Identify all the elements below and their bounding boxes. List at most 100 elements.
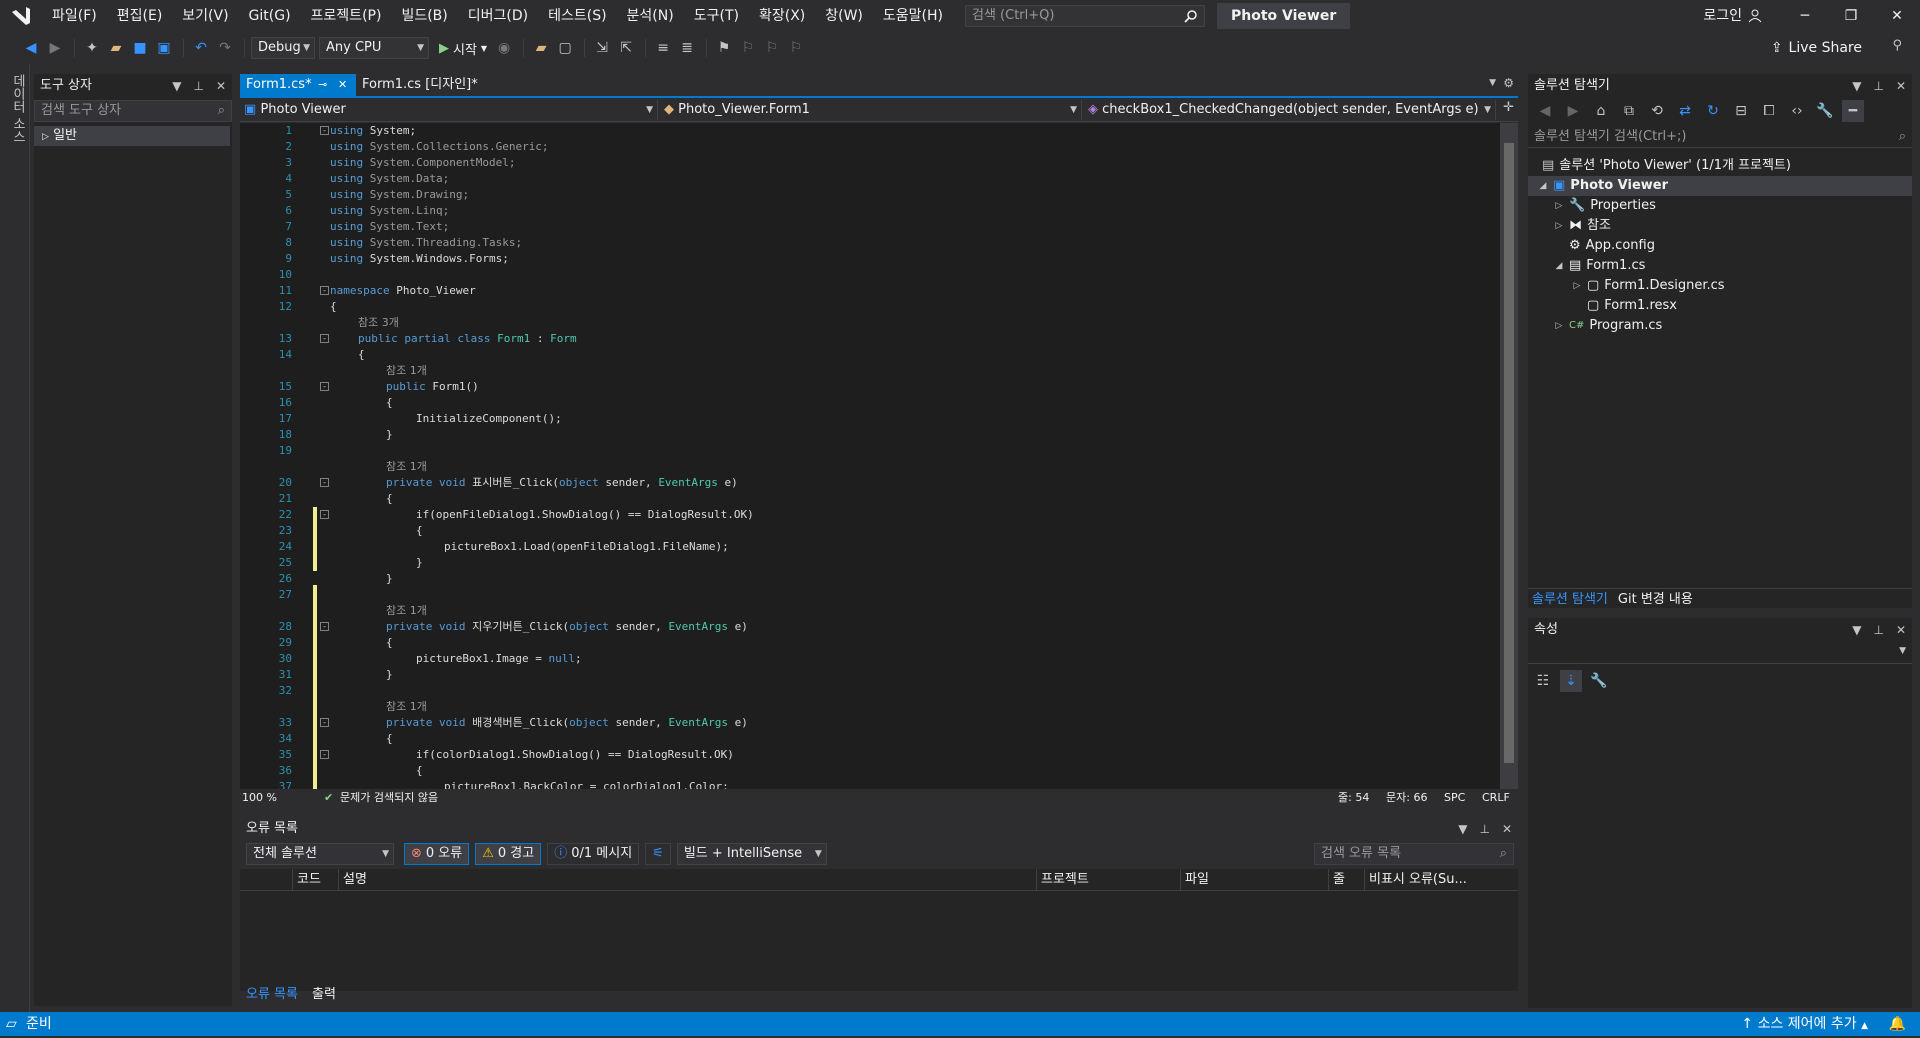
- start-button[interactable]: ▶ 시작 ▼: [439, 39, 487, 58]
- column-description[interactable]: 설명: [338, 869, 1036, 891]
- pin-icon[interactable]: ⊥: [1479, 817, 1489, 841]
- properties-object-select[interactable]: ▼: [1528, 644, 1912, 664]
- menu-help[interactable]: 도움말(H): [873, 0, 953, 32]
- dropdown-icon[interactable]: ▼: [1852, 618, 1861, 642]
- search-input[interactable]: 검색 (Ctrl+Q): [965, 5, 1205, 27]
- save-icon[interactable]: ■: [129, 37, 151, 59]
- tree-item-program[interactable]: ▷ C# Program.cs: [1554, 316, 1663, 336]
- tree-item-properties[interactable]: ▷ 🔧 Properties: [1554, 196, 1656, 216]
- zoom-level[interactable]: 100 %: [242, 789, 277, 807]
- column-line[interactable]: 줄: [1328, 869, 1364, 891]
- warnings-filter-button[interactable]: ⚠ 0 경고: [475, 843, 542, 865]
- bookmark-icon[interactable]: ⚑: [713, 37, 735, 59]
- tab-output[interactable]: 출력: [312, 984, 336, 1006]
- menu-tools[interactable]: 도구(T): [684, 0, 749, 32]
- open-folder-icon[interactable]: ▰: [105, 37, 127, 59]
- pin-icon[interactable]: ⊥: [193, 74, 203, 98]
- column-code[interactable]: 코드: [292, 869, 338, 891]
- tree-item-app-config[interactable]: ⚙ App.config: [1554, 236, 1655, 256]
- tab-git-changes[interactable]: Git 변경 내용: [1618, 589, 1693, 610]
- issues-status[interactable]: 문제가 검색되지 않음: [340, 789, 438, 807]
- menu-project[interactable]: 프로젝트(P): [301, 0, 392, 32]
- history-icon[interactable]: ⟲: [1646, 100, 1668, 122]
- dropdown-icon[interactable]: ▼: [172, 74, 181, 98]
- refresh-icon[interactable]: ↻: [1702, 100, 1724, 122]
- screenshot-icon[interactable]: ▢: [554, 37, 576, 59]
- whitespace-indicator[interactable]: SPC: [1444, 789, 1465, 807]
- properties-wrench-icon[interactable]: 🔧: [1814, 100, 1836, 122]
- build-source-select[interactable]: 빌드 + IntelliSense ▼: [676, 843, 827, 865]
- messages-filter-button[interactable]: ⓘ 0/1 메시지: [547, 843, 640, 865]
- back-icon[interactable]: ◀: [20, 37, 42, 59]
- menu-extensions[interactable]: 확장(X): [749, 0, 815, 32]
- close-icon[interactable]: ✕: [1896, 618, 1906, 642]
- undo-icon[interactable]: ↶: [190, 37, 212, 59]
- close-icon[interactable]: ✕: [1896, 74, 1906, 98]
- restore-button[interactable]: ❐: [1828, 0, 1874, 32]
- scrollbar-thumb[interactable]: [1504, 143, 1514, 763]
- menu-file[interactable]: 파일(F): [42, 0, 107, 32]
- close-icon[interactable]: ✕: [216, 74, 226, 98]
- show-all-files-icon[interactable]: ⧠: [1758, 100, 1780, 122]
- tree-item-form1-designer[interactable]: ▷ ▢ Form1.Designer.cs: [1572, 276, 1725, 296]
- tree-item-references[interactable]: ▷ ⧓ 참조: [1554, 216, 1611, 236]
- dropdown-icon[interactable]: ▼: [1852, 74, 1861, 98]
- menu-analyze[interactable]: 분석(N): [617, 0, 684, 32]
- folder-icon[interactable]: ▰: [530, 37, 552, 59]
- visual-studio-logo-icon[interactable]: [0, 0, 42, 32]
- menu-test[interactable]: 테스트(S): [538, 0, 616, 32]
- tab-form1-designer[interactable]: Form1.cs [디자인]*: [356, 74, 496, 96]
- property-pages-icon[interactable]: 🔧: [1588, 670, 1610, 692]
- column-project[interactable]: 프로젝트: [1036, 869, 1180, 891]
- member-navigation-select[interactable]: ◈ checkBox1_CheckedChanged(object sender…: [1084, 100, 1496, 120]
- project-navigation-select[interactable]: ▣ Photo Viewer ▼: [240, 100, 658, 120]
- gear-icon[interactable]: ⚙: [1503, 76, 1514, 90]
- filter-button[interactable]: ⚟: [645, 843, 671, 865]
- menu-git[interactable]: Git(G): [239, 0, 301, 32]
- platform-select[interactable]: Any CPU ▼: [319, 37, 429, 59]
- uncomment-icon[interactable]: ≣: [676, 37, 698, 59]
- code-editor[interactable]: 1- using System; 2 using System.Collection…: [240, 123, 1500, 789]
- pin-icon[interactable]: ⊸: [318, 74, 327, 96]
- column-suppression[interactable]: 비표시 오류(Su...: [1364, 869, 1518, 891]
- menu-edit[interactable]: 편집(E): [107, 0, 173, 32]
- chevron-down-icon[interactable]: ▼: [1489, 78, 1496, 88]
- alphabetical-icon[interactable]: ⇣: [1560, 670, 1582, 692]
- tree-project[interactable]: ◢ ▣ Photo Viewer: [1528, 176, 1912, 196]
- close-icon[interactable]: ✕: [1502, 817, 1512, 841]
- preview-selected-icon[interactable]: ━: [1842, 100, 1864, 122]
- collapse-all-icon[interactable]: ⊟: [1730, 100, 1752, 122]
- tree-item-form1-resx[interactable]: ▢ Form1.resx: [1572, 296, 1677, 316]
- tab-form1-cs[interactable]: Form1.cs* ⊸ ✕: [240, 74, 356, 96]
- save-all-icon[interactable]: ▣: [153, 37, 175, 59]
- step-over-icon[interactable]: ⇱: [615, 37, 637, 59]
- solution-search-input[interactable]: 솔루션 탐색기 검색(Ctrl+;) ⌕: [1528, 126, 1912, 148]
- pin-icon[interactable]: ⊥: [1873, 618, 1883, 642]
- toolbox-group-general[interactable]: ▷ 일반: [34, 126, 230, 146]
- editor-vertical-scrollbar[interactable]: [1500, 123, 1518, 789]
- home-icon[interactable]: ⌂: [1590, 100, 1612, 122]
- minimize-button[interactable]: ─: [1782, 0, 1828, 32]
- dropdown-icon[interactable]: ▼: [1458, 817, 1467, 841]
- forward-icon[interactable]: ▶: [44, 37, 66, 59]
- comment-icon[interactable]: ≡: [652, 37, 674, 59]
- redo-icon[interactable]: ↷: [214, 37, 236, 59]
- sync-icon[interactable]: ⇄: [1674, 100, 1696, 122]
- line-ending-indicator[interactable]: CRLF: [1482, 789, 1510, 807]
- menu-build[interactable]: 빌드(B): [391, 0, 457, 32]
- split-editor-icon[interactable]: ✛: [1503, 100, 1514, 115]
- close-window-button[interactable]: ✕: [1874, 0, 1920, 32]
- data-sources-tab[interactable]: 데이터 소스: [8, 74, 27, 143]
- live-share-button[interactable]: ⇪ Live Share: [1771, 32, 1862, 64]
- login-button[interactable]: 로그인: [1703, 0, 1762, 32]
- pin-icon[interactable]: ⊥: [1873, 74, 1883, 98]
- back-icon[interactable]: ◀: [1534, 100, 1556, 122]
- forward-icon[interactable]: ▶: [1562, 100, 1584, 122]
- new-project-icon[interactable]: ✦: [81, 37, 103, 59]
- class-navigation-select[interactable]: ◆ Photo_Viewer.Form1 ▼: [660, 100, 1082, 120]
- tab-solution-explorer[interactable]: 솔루션 탐색기: [1532, 589, 1608, 610]
- clear-bookmarks-icon[interactable]: ⚐: [785, 37, 807, 59]
- attach-icon[interactable]: ◉: [493, 37, 515, 59]
- tree-solution-root[interactable]: ▤ 솔루션 'Photo Viewer' (1/1개 프로젝트): [1542, 156, 1791, 176]
- column-file[interactable]: 파일: [1180, 869, 1328, 891]
